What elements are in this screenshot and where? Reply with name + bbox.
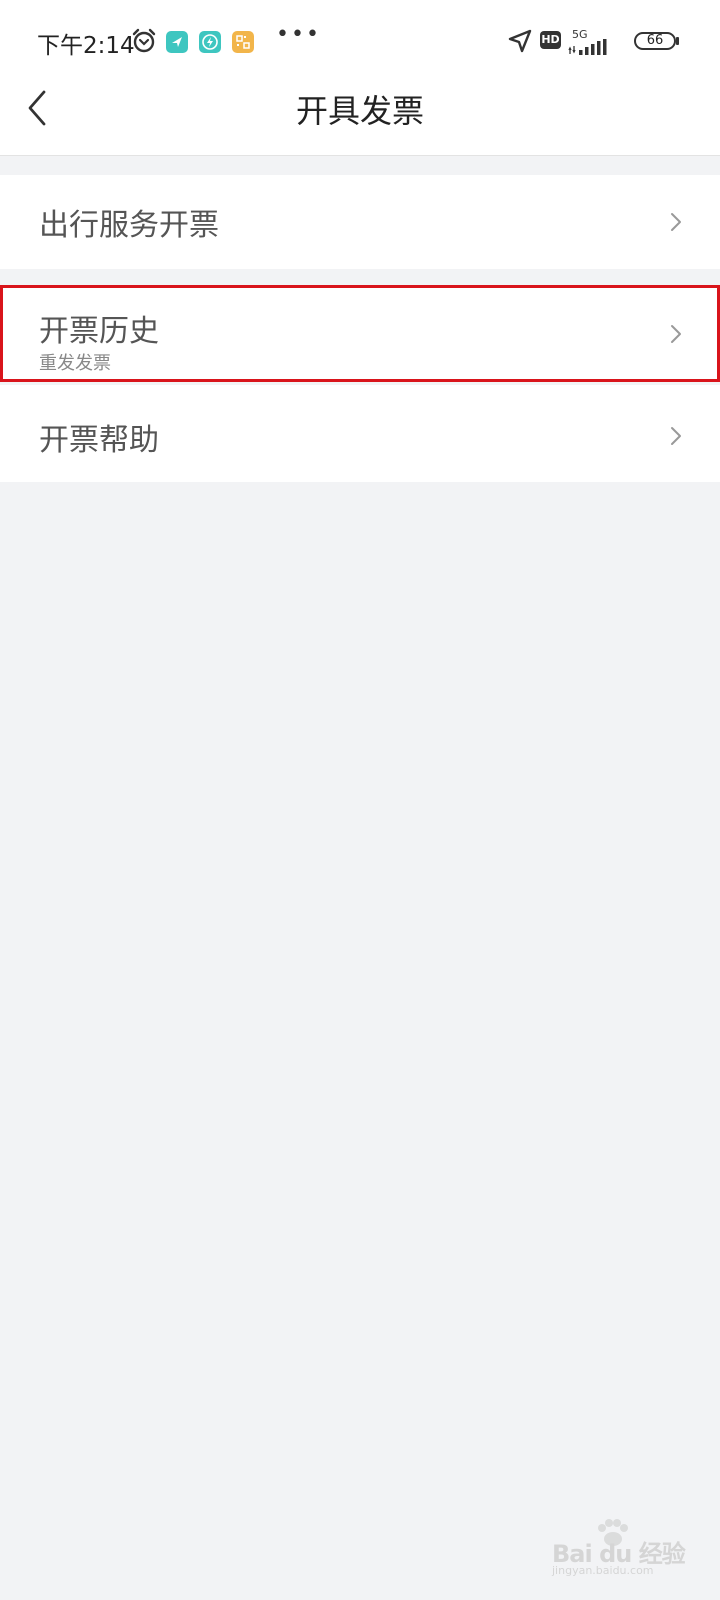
list-item-invoice-history[interactable]: 开票历史 重发发票 <box>0 285 720 382</box>
list-item-label: 开票历史 <box>39 314 159 349</box>
alarm-icon <box>132 28 156 53</box>
battery-indicator: 66 <box>634 32 676 50</box>
chevron-right-icon <box>671 427 681 445</box>
chevron-right-icon <box>671 213 681 231</box>
list-item-travel-invoice[interactable]: 出行服务开票 <box>0 175 720 269</box>
hd-label: HD <box>541 33 560 46</box>
battery-level: 66 <box>646 33 664 48</box>
status-time: 下午2:14 <box>37 33 135 59</box>
status-bar: 下午2:14 ••• HD 5G 66 <box>0 22 720 62</box>
app-qr-icon <box>232 31 254 53</box>
hd-badge: HD <box>540 31 561 49</box>
list-item-label: 开票帮助 <box>39 423 159 458</box>
watermark-url: jingyan.baidu.com <box>552 1564 654 1577</box>
signal-icon <box>568 39 607 55</box>
app-bolt-icon <box>199 31 221 53</box>
list-item-subtitle: 重发发票 <box>39 353 111 374</box>
baidu-watermark: Bai du 经验 jingyan.baidu.com <box>552 1518 692 1578</box>
battery-nub <box>676 37 679 45</box>
chevron-right-icon <box>671 325 681 343</box>
more-notifications-icon: ••• <box>276 22 321 47</box>
list-item-label: 出行服务开票 <box>39 208 219 243</box>
list-item-invoice-help[interactable]: 开票帮助 <box>0 385 720 482</box>
location-arrow-icon <box>508 29 532 53</box>
top-area: 下午2:14 ••• HD 5G 66 开具发票 <box>0 0 720 156</box>
page-title: 开具发票 <box>295 92 424 130</box>
app-send-icon <box>166 31 188 53</box>
